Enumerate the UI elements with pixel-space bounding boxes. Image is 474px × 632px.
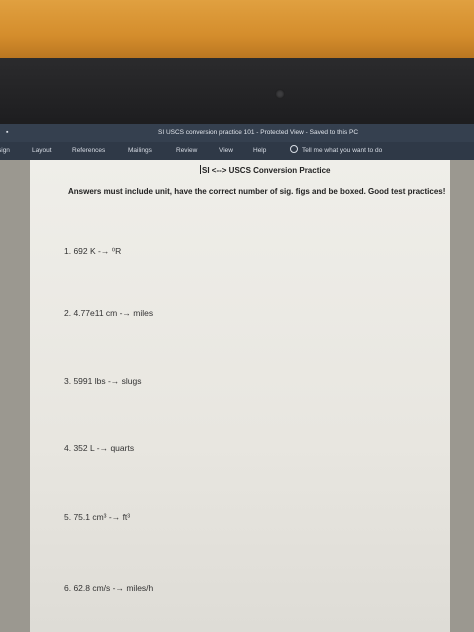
problem-6: 6. 62.8 cm/s -→ miles/h — [64, 583, 154, 593]
tab-view[interactable]: View — [219, 142, 233, 160]
webcam-icon — [275, 89, 285, 99]
instructions-text: Answers must include unit, have the corr… — [68, 187, 446, 196]
title-bar: ▪ SI USCS conversion practice 101 - Prot… — [0, 124, 474, 142]
tell-me-search[interactable]: Tell me what you want to do — [290, 142, 382, 160]
tab-mailings[interactable]: Mailings — [128, 142, 152, 160]
lightbulb-icon — [290, 145, 298, 153]
monitor-bezel — [0, 58, 474, 126]
tab-review[interactable]: Review — [176, 142, 197, 160]
problem-3: 3. 5991 lbs -→ slugs — [64, 376, 142, 386]
tab-help[interactable]: Help — [253, 142, 266, 160]
tab-references[interactable]: References — [72, 142, 105, 160]
quick-access-icon[interactable]: ▪ — [6, 124, 8, 142]
background-wall — [0, 0, 474, 60]
ribbon-tabs: sign Layout References Mailings Review V… — [0, 142, 474, 160]
tab-design[interactable]: sign — [0, 142, 10, 160]
tab-layout[interactable]: Layout — [32, 142, 52, 160]
problem-5: 5. 75.1 cm³ -→ ft³ — [64, 512, 131, 522]
text-cursor — [200, 165, 201, 174]
problem-4: 4. 352 L -→ quarts — [64, 443, 135, 453]
document-page[interactable] — [30, 160, 450, 632]
window-title: SI USCS conversion practice 101 - Protec… — [158, 129, 359, 136]
problem-1: 1. 692 K -→ ⁰R — [64, 246, 122, 256]
tell-me-label: Tell me what you want to do — [302, 147, 383, 154]
problem-2: 2. 4.77e11 cm -→ miles — [64, 308, 154, 318]
document-heading: SI <--> USCS Conversion Practice — [200, 165, 331, 175]
